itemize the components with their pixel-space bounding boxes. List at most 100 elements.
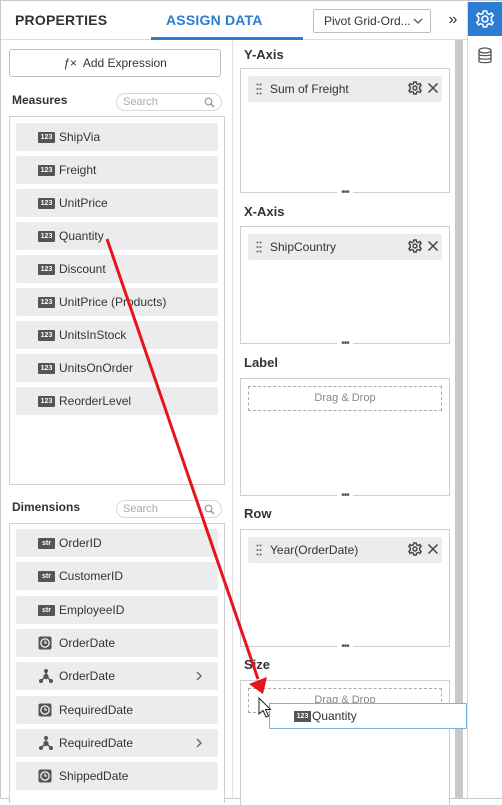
chip-remove-icon[interactable]	[426, 239, 440, 256]
field-item[interactable]: 123 ReorderLevel	[16, 387, 218, 415]
chip-settings-icon[interactable]	[408, 542, 422, 559]
field-item-label: RequiredDate	[59, 702, 134, 717]
hierarchy-icon	[38, 668, 53, 684]
chip-remove-icon[interactable]	[426, 81, 440, 98]
field-item-label: OrderID	[59, 536, 102, 550]
resize-dots-icon[interactable]: •••	[337, 491, 353, 501]
numeric-type-badge: 123	[38, 165, 55, 176]
field-item-label: ReorderLevel	[59, 394, 132, 408]
resize-dots-icon[interactable]: •••	[337, 642, 353, 652]
field-item[interactable]: str CustomerID	[16, 562, 218, 591]
icon-rail	[467, 1, 502, 798]
field-item[interactable]: 123 ShipVia	[16, 123, 218, 151]
tab-assign-data[interactable]: ASSIGN DATA	[166, 1, 263, 39]
x-axis-dropzone[interactable]: ShipCountry •••	[240, 226, 450, 349]
field-item[interactable]: 123 Freight	[16, 156, 218, 184]
dimensions-list: str OrderID str CustomerID str EmployeeID Orde…	[9, 523, 225, 803]
chip-remove-icon[interactable]	[426, 542, 440, 559]
chevron-right-icon[interactable]	[194, 735, 204, 754]
tab-bar: PROPERTIES ASSIGN DATA Pivot Grid-Ord...…	[1, 1, 467, 40]
field-item[interactable]: 123 UnitPrice (Products)	[16, 288, 218, 316]
add-expression-button[interactable]: ƒ× Add Expression	[9, 49, 221, 77]
tab-properties[interactable]: PROPERTIES	[15, 1, 107, 39]
field-item-label: Quantity	[59, 229, 104, 243]
measures-list: 123 ShipVia 123 Freight 123 UnitPrice 123 Quant…	[9, 116, 225, 485]
field-item[interactable]: str OrderID	[16, 529, 218, 557]
row-dropzone[interactable]: Year(OrderDate) •••	[240, 529, 450, 652]
field-item[interactable]: 123 UnitsOnOrder	[16, 354, 218, 382]
field-item-label: UnitPrice (Products)	[59, 295, 167, 309]
clock-icon	[38, 703, 52, 717]
clock-icon	[38, 769, 52, 783]
numeric-type-badge: 123	[38, 363, 55, 374]
y-axis-chip-label: Sum of Freight	[270, 82, 349, 96]
database-icon	[478, 47, 492, 64]
chevron-down-icon	[412, 12, 424, 33]
field-item-label: Freight	[59, 163, 97, 177]
numeric-type-badge: 123	[294, 711, 311, 722]
measures-title: Measures	[12, 93, 68, 107]
panel-scrollbar[interactable]	[455, 40, 463, 798]
row-chip[interactable]: Year(OrderDate)	[248, 537, 442, 563]
string-type-badge: str	[38, 538, 55, 549]
row-chip-label: Year(OrderDate)	[270, 543, 359, 557]
field-item[interactable]: str EmployeeID	[16, 595, 218, 624]
data-panel: PROPERTIES ASSIGN DATA Pivot Grid-Ord...…	[0, 0, 502, 805]
numeric-type-badge: 123	[38, 264, 55, 275]
field-item-label: OrderDate	[59, 669, 116, 684]
field-item[interactable]: OrderDate	[16, 628, 218, 657]
chip-settings-icon[interactable]	[408, 81, 422, 98]
field-item-label: EmployeeID	[59, 602, 125, 617]
x-axis-chip[interactable]: ShipCountry	[248, 234, 442, 260]
field-item[interactable]: OrderDate	[16, 662, 218, 691]
resize-dots-icon[interactable]: •••	[337, 188, 353, 198]
field-item-label: OrderDate	[59, 635, 116, 650]
field-item[interactable]: RequiredDate	[16, 695, 218, 724]
add-expression-label: Add Expression	[82, 56, 167, 70]
size-title: Size	[244, 657, 271, 672]
drag-handle-icon[interactable]	[256, 241, 262, 256]
drag-ghost-item: 123 Quantity	[269, 703, 467, 729]
dimensions-search-placeholder: Search	[123, 503, 158, 515]
y-axis-chip[interactable]: Sum of Freight	[248, 76, 442, 102]
function-icon: ƒ×	[63, 56, 77, 70]
measures-search-placeholder: Search	[123, 96, 158, 108]
chevron-right-icon[interactable]	[194, 668, 204, 687]
label-dropzone[interactable]: Drag & Drop •••	[240, 378, 450, 501]
field-item-label: UnitsInStock	[59, 328, 127, 342]
drag-handle-icon[interactable]	[256, 83, 262, 98]
label-title: Label	[244, 355, 278, 370]
field-item[interactable]: 123 Quantity	[16, 222, 218, 250]
field-item[interactable]: 123 UnitPrice	[16, 189, 218, 217]
field-item[interactable]: 123 Discount	[16, 255, 218, 283]
size-dropzone[interactable]: Drag & Drop	[240, 680, 450, 805]
search-icon	[204, 504, 215, 518]
field-item[interactable]: RequiredDate	[16, 728, 218, 757]
dimensions-search-input[interactable]: Search	[116, 500, 222, 518]
measures-search-input[interactable]: Search	[116, 93, 222, 111]
numeric-type-badge: 123	[38, 396, 55, 407]
x-axis-chip-label: ShipCountry	[270, 240, 337, 254]
settings-tab-button[interactable]	[468, 2, 502, 36]
chip-settings-icon[interactable]	[408, 239, 422, 256]
datasource-tab-button[interactable]	[477, 47, 493, 68]
field-item[interactable]: ShippedDate	[16, 762, 218, 791]
datasource-dropdown-value: Pivot Grid-Ord...	[324, 14, 411, 28]
field-item-label: RequiredDate	[59, 735, 134, 750]
drag-ghost-label: Quantity	[312, 709, 357, 723]
search-icon	[204, 97, 215, 111]
datasource-dropdown[interactable]: Pivot Grid-Ord...	[313, 9, 431, 33]
axis-column: Y-Axis Sum of Freight ••• X-Axis ShipCou…	[233, 40, 467, 805]
resize-dots-icon[interactable]: •••	[337, 339, 353, 349]
field-item-label: UnitPrice	[59, 196, 108, 210]
x-axis-title: X-Axis	[244, 204, 285, 219]
string-type-badge: str	[38, 571, 55, 583]
field-item[interactable]: 123 UnitsInStock	[16, 321, 218, 349]
drag-handle-icon[interactable]	[256, 544, 262, 559]
y-axis-dropzone[interactable]: Sum of Freight •••	[240, 68, 450, 198]
numeric-type-badge: 123	[38, 132, 55, 143]
field-item-label: ShipVia	[59, 130, 101, 144]
dimensions-title: Dimensions	[12, 500, 81, 514]
collapse-panel-button[interactable]: »	[443, 9, 463, 33]
row-title: Row	[244, 506, 272, 521]
